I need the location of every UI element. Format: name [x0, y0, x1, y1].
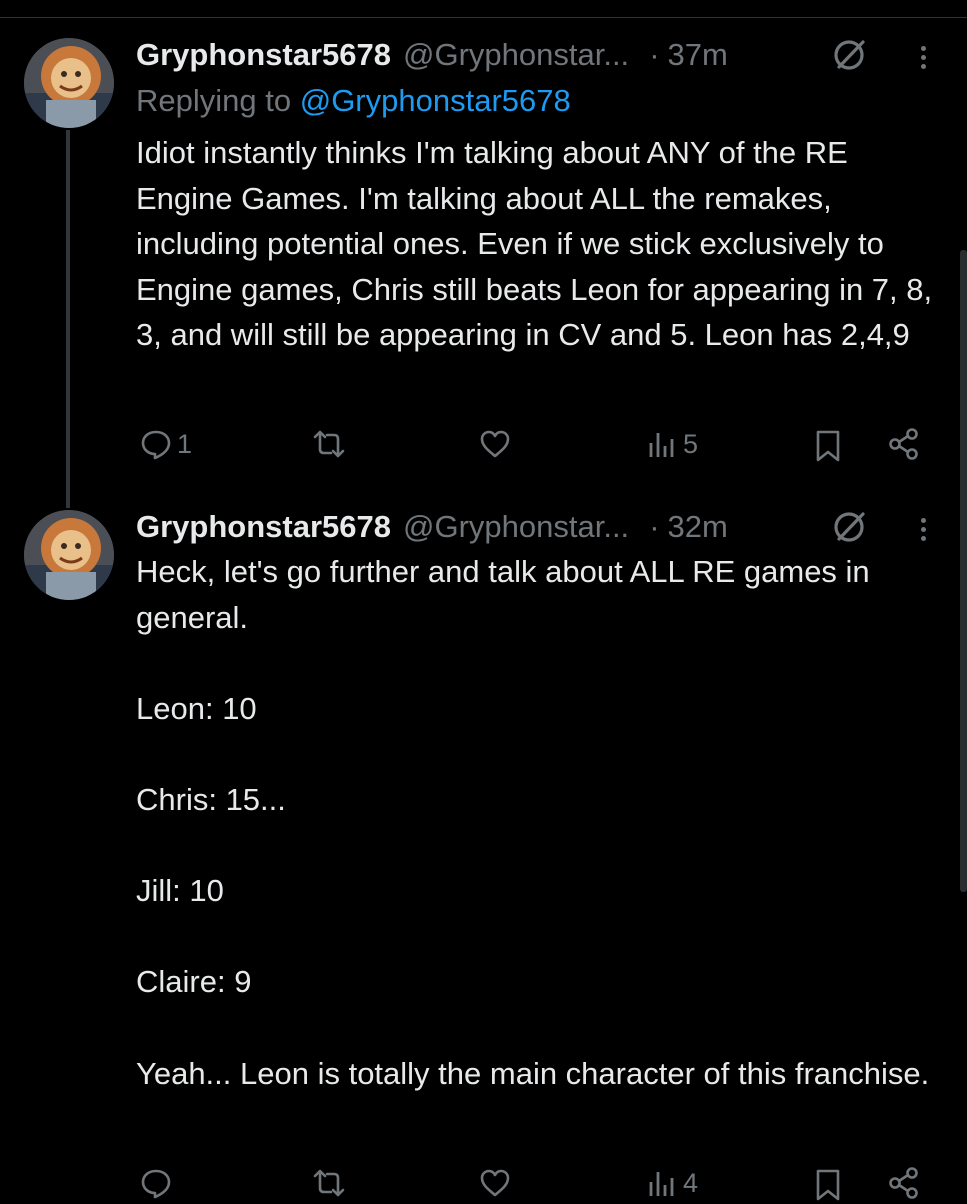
tweet-actions: 4	[0, 1164, 967, 1204]
views-button[interactable]: 5	[645, 427, 698, 461]
tweet-text: Idiot instantly thinks I'm talking about…	[136, 135, 941, 353]
bookmark-button[interactable]	[811, 1168, 845, 1202]
retweet-button[interactable]	[312, 427, 346, 461]
user-handle[interactable]: @Gryphonstar...	[403, 509, 629, 545]
like-icon	[480, 430, 510, 458]
retweet-button[interactable]	[312, 1166, 346, 1200]
avatar[interactable]	[24, 38, 114, 128]
share-button[interactable]	[887, 1166, 921, 1200]
reply-icon	[141, 430, 171, 460]
reply-button[interactable]	[139, 1166, 173, 1200]
views-icon	[649, 433, 674, 457]
reply-button[interactable]: 1	[139, 427, 192, 461]
separator-dot: ·	[649, 37, 660, 72]
display-name[interactable]: Gryphonstar5678	[136, 37, 391, 73]
like-button[interactable]	[478, 427, 512, 461]
views-button[interactable]: 4	[645, 1166, 698, 1200]
share-button[interactable]	[887, 427, 921, 461]
like-icon	[480, 1169, 510, 1197]
avatar[interactable]	[24, 510, 114, 600]
views-count: 5	[683, 428, 699, 459]
share-icon	[889, 428, 918, 460]
replying-label: Replying to	[136, 83, 292, 118]
grok-icon[interactable]	[832, 37, 868, 73]
bookmark-icon	[816, 430, 840, 462]
share-icon	[889, 1167, 918, 1199]
more-icon[interactable]	[915, 42, 931, 73]
tweet-2[interactable]: Gryphonstar5678 @Gryphonstar... · 32m He…	[0, 500, 967, 1201]
retweet-icon	[313, 1169, 345, 1197]
replying-mention[interactable]: @Gryphonstar5678	[300, 83, 571, 118]
bookmark-button[interactable]	[811, 429, 845, 463]
reply-count: 1	[177, 428, 193, 459]
user-handle[interactable]: @Gryphonstar...	[403, 37, 629, 73]
views-icon	[649, 1172, 674, 1196]
tweet-text: Heck, let's go further and talk about AL…	[136, 554, 930, 1091]
more-icon[interactable]	[915, 514, 931, 545]
timestamp[interactable]: 32m	[668, 509, 728, 545]
grok-icon[interactable]	[832, 509, 868, 545]
retweet-icon	[313, 430, 345, 458]
display-name[interactable]: Gryphonstar5678	[136, 509, 391, 545]
like-button[interactable]	[478, 1166, 512, 1200]
timestamp[interactable]: 37m	[668, 37, 728, 73]
separator-dot: ·	[649, 509, 660, 544]
tweet-header: Gryphonstar5678 @Gryphonstar... · 32m	[136, 502, 728, 552]
views-count: 4	[683, 1167, 699, 1198]
tweet-actions: 1 5	[0, 425, 967, 465]
reply-icon	[141, 1169, 171, 1199]
tweet-1[interactable]: Gryphonstar5678 @Gryphonstar... · 37m Re…	[0, 0, 967, 508]
tweet-header: Gryphonstar5678 @Gryphonstar... · 37m	[136, 30, 728, 80]
replying-to: Replying to @Gryphonstar5678	[136, 83, 571, 119]
bookmark-icon	[816, 1169, 840, 1201]
